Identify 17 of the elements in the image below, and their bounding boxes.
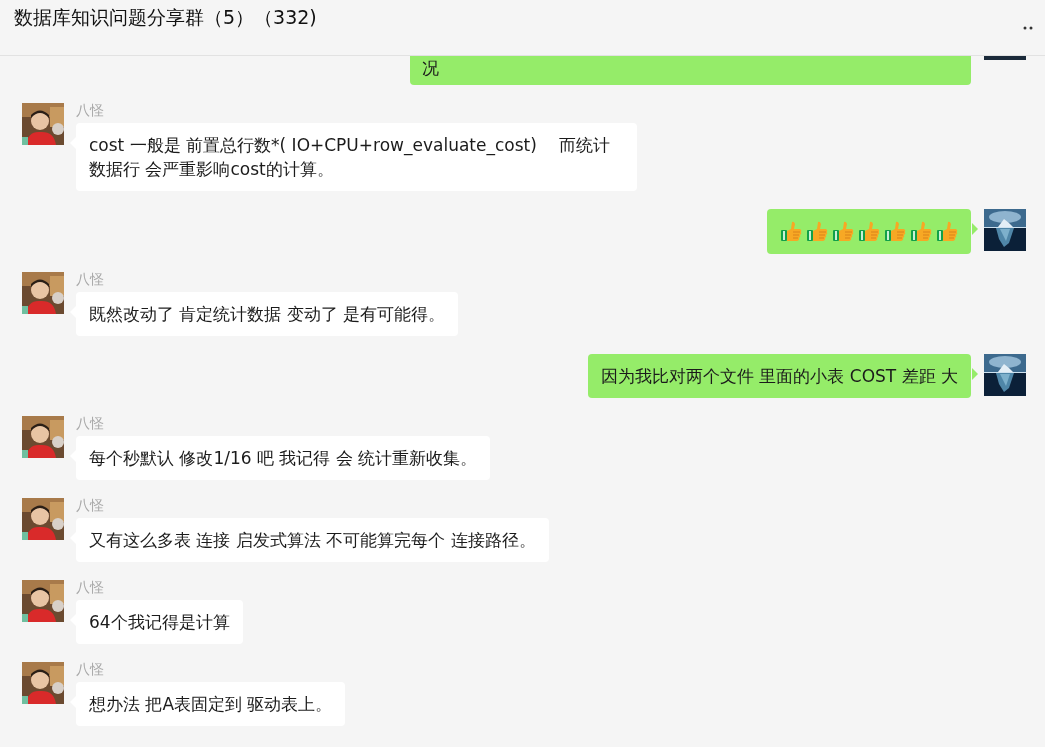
message-bubble: 又有这么多表 连接 启发式算法 不可能算完每个 连接路径。	[76, 518, 549, 562]
message-bubble: 64个我记得是计算	[76, 600, 243, 644]
sender-name: 八怪	[76, 101, 104, 119]
avatar-edge	[984, 56, 1026, 60]
bubble-tail	[972, 368, 978, 380]
window-title: 数据库知识问题分享群（5）（332)	[14, 4, 317, 30]
message-bubble: 想办法 把A表固定到 驱动表上。	[76, 682, 346, 726]
message-bubble: 因为我比对两个文件 里面的小表 COST 差距 大	[587, 354, 971, 398]
sender-name: 八怪	[76, 414, 104, 432]
sender-name: 八怪	[76, 496, 104, 514]
sender-name: 八怪	[76, 270, 104, 288]
sender-name: 八怪	[76, 660, 104, 678]
message-bubble: 况	[410, 56, 971, 85]
message-bubble: cost 一般是 前置总行数*( IO+CPU+row_evaluate_cost) 而统计数据行 会严重影响cost的计算。	[76, 123, 637, 191]
message-bubble: 每个秒默认 修改1/16 吧 我记得 会 统计重新收集。	[76, 436, 491, 480]
sender-name: 八怪	[76, 578, 104, 596]
message-bubble: 既然改动了 肯定统计数据 变动了 是有可能得。	[76, 292, 459, 336]
